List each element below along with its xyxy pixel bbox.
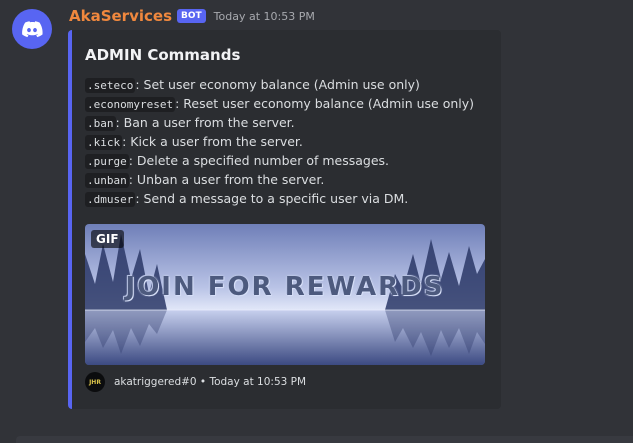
bot-badge: BOT — [177, 9, 206, 23]
command-item: .kick: Kick a user from the server. — [85, 132, 474, 151]
command-description: : Send a message to a specific user via … — [135, 191, 409, 206]
discord-logo-icon — [22, 21, 43, 38]
gif-banner-text: JOIN FOR REWARDS — [125, 272, 445, 302]
gif-badge: GIF — [91, 230, 124, 248]
avatar[interactable] — [12, 9, 52, 49]
command-item: .ban: Ban a user from the server. — [85, 113, 474, 132]
discord-message: AkaServices BOT Today at 10:53 PM ADMIN … — [0, 0, 633, 443]
command-code: .dmuser — [85, 192, 136, 207]
command-item: .economyreset: Reset user economy balanc… — [85, 94, 474, 113]
message-timestamp[interactable]: Today at 10:53 PM — [214, 10, 315, 23]
message-input-edge[interactable] — [16, 436, 633, 443]
command-code: .seteco — [85, 78, 136, 93]
footer-avatar-icon: JHR — [85, 372, 105, 392]
command-description: : Kick a user from the server. — [122, 134, 303, 149]
username[interactable]: AkaServices — [69, 7, 172, 25]
embed-title: ADMIN Commands — [85, 46, 241, 64]
command-code: .ban — [85, 116, 116, 131]
message-header: AkaServices BOT Today at 10:53 PM — [69, 6, 315, 26]
embed: ADMIN Commands .seteco: Set user economy… — [68, 30, 501, 409]
command-item: .purge: Delete a specified number of mes… — [85, 151, 474, 170]
command-description: : Ban a user from the server. — [115, 115, 295, 130]
command-code: .economyreset — [85, 97, 176, 112]
embed-gif-image[interactable]: GIF JOIN FOR REWARDS — [85, 224, 485, 365]
command-description: : Reset user economy balance (Admin use … — [175, 96, 475, 111]
command-description: : Set user economy balance (Admin use on… — [135, 77, 420, 92]
footer-text: akatriggered#0 • Today at 10:53 PM — [114, 376, 307, 388]
command-code: .unban — [85, 173, 129, 188]
command-item: .seteco: Set user economy balance (Admin… — [85, 75, 474, 94]
command-description: : Unban a user from the server. — [128, 172, 325, 187]
command-code: .purge — [85, 154, 129, 169]
command-item: .unban: Unban a user from the server. — [85, 170, 474, 189]
command-item: .dmuser: Send a message to a specific us… — [85, 189, 474, 208]
command-list: .seteco: Set user economy balance (Admin… — [85, 75, 474, 208]
embed-footer: JHR akatriggered#0 • Today at 10:53 PM — [85, 372, 306, 392]
command-code: .kick — [85, 135, 123, 150]
command-description: : Delete a specified number of messages. — [128, 153, 390, 168]
